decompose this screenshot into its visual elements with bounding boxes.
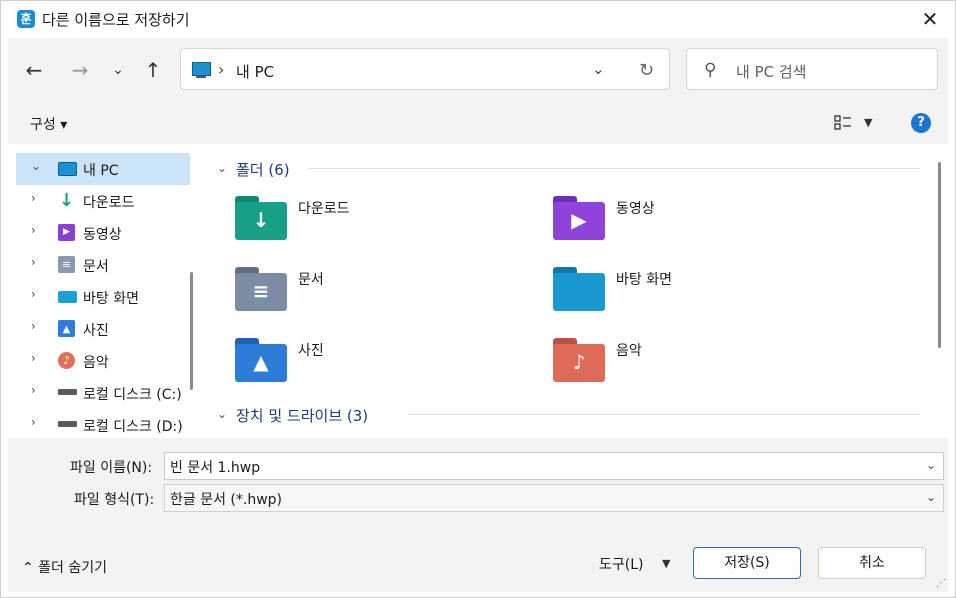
folder-label[interactable]: 문서: [298, 269, 324, 289]
filename-dropdown-icon[interactable]: ⌄: [926, 458, 936, 472]
download-icon: ↓: [58, 190, 75, 211]
pc-icon-stand: [196, 76, 206, 78]
folder-label[interactable]: 다운로드: [298, 198, 350, 218]
download-folder-icon[interactable]: ↓: [235, 196, 287, 240]
chevron-right-icon[interactable]: ›: [31, 287, 36, 301]
chevron-right-icon[interactable]: ›: [31, 351, 36, 365]
tree-item-label: 사진: [83, 323, 109, 339]
music-icon: ♪: [58, 352, 75, 369]
breadcrumb-my-pc[interactable]: 내 PC: [236, 61, 274, 82]
recent-locations-icon[interactable]: ⌄: [106, 58, 130, 82]
chevron-right-icon[interactable]: ›: [31, 255, 36, 269]
tree-item-my-pc[interactable]: ⌄ 내 PC: [16, 153, 190, 185]
group-header-folders[interactable]: 폴더 (6): [236, 159, 290, 180]
photo-icon: ▲: [58, 320, 75, 337]
play-glyph: ▶: [571, 208, 587, 232]
chevron-right-icon[interactable]: ›: [31, 383, 36, 397]
tree-item-drive-c[interactable]: › 로컬 디스크 (C:): [16, 377, 190, 409]
filename-value[interactable]: 빈 문서 1.hwp: [170, 457, 260, 477]
tree-item-label: 다운로드: [83, 195, 135, 211]
drive-d-icon: [58, 421, 77, 427]
tree-item-label: 동영상: [83, 227, 122, 243]
video-folder-icon[interactable]: ▶: [553, 196, 605, 240]
desktop-folder-icon[interactable]: [553, 267, 605, 311]
forward-arrow-icon[interactable]: →: [68, 58, 92, 82]
desktop-icon: [58, 291, 77, 303]
mountain-glyph: ▲: [253, 350, 269, 374]
tools-button[interactable]: 도구(L): [599, 554, 643, 574]
address-dropdown-icon[interactable]: ⌄: [592, 60, 605, 78]
chevron-down-icon[interactable]: ⌄: [217, 407, 227, 421]
tree-item-downloads[interactable]: › ↓ 다운로드: [16, 185, 190, 217]
search-input[interactable]: [686, 48, 938, 90]
tree-item-music[interactable]: › ♪ 음악: [16, 345, 190, 377]
tree-item-desktop[interactable]: › 바탕 화면: [16, 281, 190, 313]
navigation-pane[interactable]: ⌄ 내 PC › ↓ 다운로드 › ▶ 동영상 › ≡ 문서 › 바탕 화면 ›…: [8, 144, 198, 438]
resize-grip-icon[interactable]: ⋰: [936, 578, 946, 589]
tree-item-label: 로컬 디스크 (C:): [83, 387, 182, 403]
tree-item-label: 로컬 디스크 (D:): [83, 419, 183, 435]
view-dropdown-icon[interactable]: ▼: [864, 116, 872, 129]
organize-button[interactable]: 구성 ▾: [30, 114, 67, 134]
download-glyph: ↓: [252, 208, 270, 232]
chevron-right-icon[interactable]: ›: [31, 191, 36, 205]
video-icon: ▶: [58, 224, 75, 241]
drive-c-icon: [58, 389, 77, 395]
back-arrow-icon[interactable]: ←: [22, 58, 46, 82]
tree-item-label: 바탕 화면: [83, 291, 139, 307]
up-arrow-icon[interactable]: ↑: [141, 58, 165, 82]
navigation-scrollbar[interactable]: [190, 272, 193, 390]
music-note-glyph: ♪: [572, 350, 586, 374]
close-button[interactable]: ✕: [912, 2, 948, 36]
filetype-value[interactable]: 한글 문서 (*.hwp): [170, 489, 282, 509]
hide-folders-button[interactable]: ⌃ 폴더 숨기기: [22, 557, 107, 577]
tree-item-documents[interactable]: › ≡ 문서: [16, 249, 190, 281]
group-divider: [408, 414, 920, 415]
document-icon: ≡: [58, 256, 75, 273]
help-icon[interactable]: ?: [911, 113, 931, 133]
tree-item-label: 내 PC: [83, 163, 119, 179]
filename-label: 파일 이름(N):: [70, 460, 153, 476]
folder-label[interactable]: 사진: [298, 340, 324, 360]
folder-label[interactable]: 바탕 화면: [616, 269, 672, 289]
filetype-dropdown-icon[interactable]: ⌄: [926, 490, 936, 504]
tree-item-label: 음악: [83, 355, 109, 371]
filetype-label: 파일 형식(T):: [74, 492, 155, 508]
tree-item-videos[interactable]: › ▶ 동영상: [16, 217, 190, 249]
chevron-down-icon[interactable]: ⌄: [31, 159, 41, 173]
list-view-icon: [834, 115, 851, 130]
tools-dropdown-icon[interactable]: ▼: [662, 557, 670, 570]
refresh-icon[interactable]: ↻: [639, 60, 654, 81]
tree-item-drive-d[interactable]: › 로컬 디스크 (D:): [16, 409, 190, 438]
filename-field[interactable]: [164, 452, 944, 480]
group-divider: [308, 168, 920, 169]
hwp-app-icon: 훈: [17, 10, 35, 28]
command-bar: [8, 104, 948, 144]
window-title: 다른 이름으로 저장하기: [42, 11, 190, 29]
search-icon: ⚲: [704, 60, 717, 80]
pc-icon: [58, 162, 77, 176]
document-folder-icon[interactable]: ≡: [235, 267, 287, 311]
search-placeholder: 내 PC 검색: [736, 63, 807, 81]
content-scrollbar[interactable]: [938, 162, 941, 348]
folder-label[interactable]: 동영상: [616, 198, 655, 218]
pc-icon: [192, 62, 211, 76]
save-button[interactable]: 저장(S): [693, 547, 801, 579]
breadcrumb-separator-icon[interactable]: ›: [218, 60, 224, 79]
photo-folder-icon[interactable]: ▲: [235, 338, 287, 382]
folder-label[interactable]: 음악: [616, 340, 642, 360]
tree-item-pictures[interactable]: › ▲ 사진: [16, 313, 190, 345]
group-header-drives[interactable]: 장치 및 드라이브 (3): [236, 405, 368, 426]
tree-item-label: 문서: [83, 259, 109, 275]
chevron-down-icon[interactable]: ⌄: [217, 161, 227, 175]
cancel-button[interactable]: 취소: [818, 547, 926, 579]
music-folder-icon[interactable]: ♪: [553, 338, 605, 382]
document-glyph: ≡: [252, 279, 270, 303]
view-options-icon[interactable]: [834, 114, 852, 134]
chevron-right-icon[interactable]: ›: [31, 415, 36, 429]
chevron-right-icon[interactable]: ›: [31, 223, 36, 237]
chevron-right-icon[interactable]: ›: [31, 319, 36, 333]
